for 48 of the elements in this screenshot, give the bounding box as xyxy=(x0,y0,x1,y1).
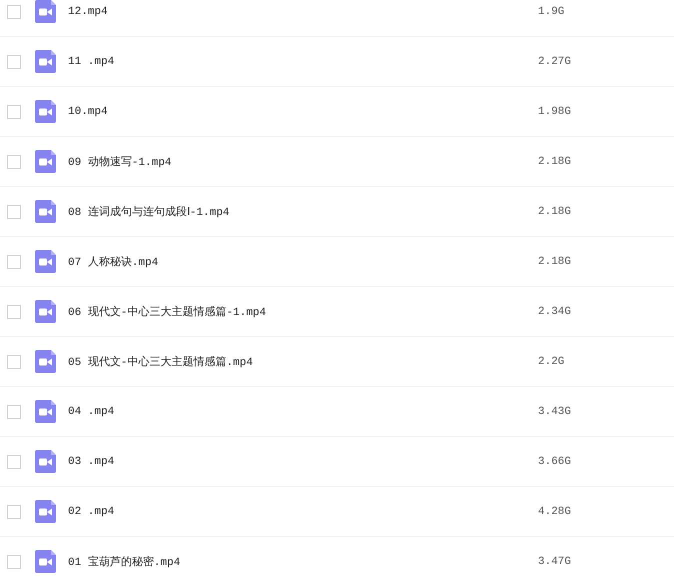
file-size: 2.27G xyxy=(538,56,572,68)
checkbox[interactable] xyxy=(7,404,21,418)
checkbox[interactable] xyxy=(7,254,21,268)
file-size: 4.28G xyxy=(538,506,572,518)
file-name[interactable]: 11 .mp4 xyxy=(68,56,538,68)
file-name[interactable]: 09 动物速写-1.mp4 xyxy=(68,154,538,169)
video-file-icon xyxy=(35,250,56,273)
video-file-icon xyxy=(35,50,56,73)
checkbox[interactable] xyxy=(7,54,21,68)
video-file-icon xyxy=(35,550,56,573)
file-name[interactable]: 06 现代文-中心三大主题情感篇-1.mp4 xyxy=(68,304,538,319)
video-file-icon xyxy=(35,300,56,323)
file-size: 2.34G xyxy=(538,306,572,318)
video-file-icon xyxy=(35,500,56,523)
file-name[interactable]: 08 连词成句与连句成段Ⅰ-1.mp4 xyxy=(68,204,538,219)
file-size: 1.98G xyxy=(538,106,572,118)
file-name[interactable]: 10.mp4 xyxy=(68,106,538,118)
checkbox[interactable] xyxy=(7,504,21,518)
file-name[interactable]: 05 现代文-中心三大主题情感篇.mp4 xyxy=(68,354,538,369)
file-size: 3.66G xyxy=(538,456,572,468)
video-file-icon xyxy=(35,200,56,223)
video-file-icon xyxy=(35,400,56,423)
checkbox[interactable] xyxy=(7,304,21,318)
checkbox[interactable] xyxy=(7,104,21,118)
file-size: 3.47G xyxy=(538,556,572,568)
checkbox[interactable] xyxy=(7,354,21,368)
file-name[interactable]: 12.mp4 xyxy=(68,6,538,18)
file-size: 2.18G xyxy=(538,256,572,268)
file-name[interactable]: 07 人称秘诀.mp4 xyxy=(68,254,538,269)
video-file-icon xyxy=(35,0,56,23)
file-size: 2.18G xyxy=(538,206,572,218)
file-name[interactable]: 03 .mp4 xyxy=(68,456,538,468)
checkbox[interactable] xyxy=(7,554,21,568)
file-name[interactable]: 04 .mp4 xyxy=(68,406,538,418)
checkbox[interactable] xyxy=(7,154,21,168)
file-size: 3.43G xyxy=(538,406,572,418)
video-file-icon xyxy=(35,150,56,173)
file-name[interactable]: 01 宝葫芦的秘密.mp4 xyxy=(68,554,538,569)
file-size: 2.18G xyxy=(538,156,572,168)
file-name[interactable]: 02 .mp4 xyxy=(68,506,538,518)
file-size: 2.2G xyxy=(538,356,564,368)
file-size: 1.9G xyxy=(538,6,564,18)
video-file-icon xyxy=(35,100,56,123)
checkbox[interactable] xyxy=(7,4,21,18)
video-file-icon xyxy=(35,450,56,473)
checkbox[interactable] xyxy=(7,204,21,218)
checkbox[interactable] xyxy=(7,454,21,468)
video-file-icon xyxy=(35,350,56,373)
